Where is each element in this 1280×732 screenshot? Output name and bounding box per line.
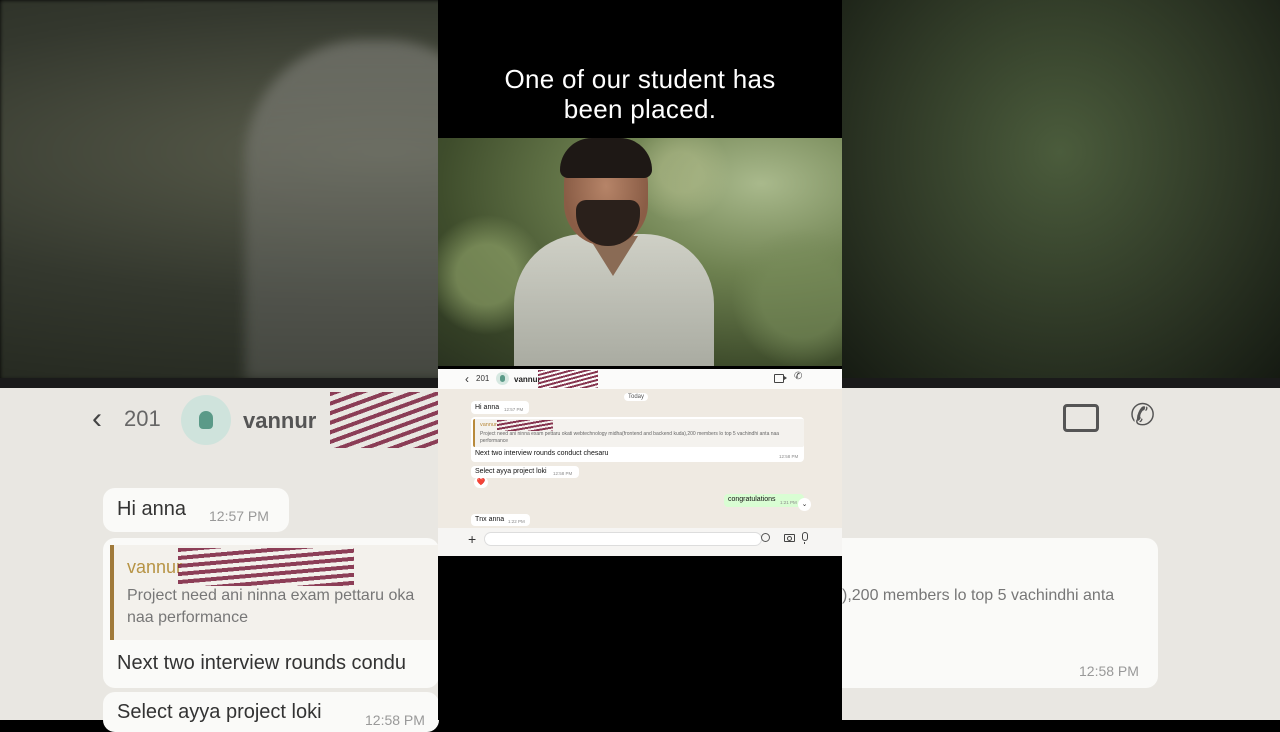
background-foliage [840, 0, 1280, 380]
background-redaction-scribble [330, 392, 440, 448]
background-back-count: 201 [124, 406, 161, 431]
contact-name[interactable]: vannur [514, 375, 541, 384]
background-back-icon: ‹ [92, 402, 102, 435]
background-contact-name: vannur [243, 408, 317, 433]
caption-line-2: been placed. [563, 94, 717, 124]
quote-author: vannur [480, 422, 497, 428]
mic-icon[interactable] [802, 532, 808, 544]
background-quote-text-right: ),200 members lo top 5 vachindhi anta [842, 587, 1115, 604]
quote-redaction-scribble [497, 420, 553, 431]
camera-icon[interactable] [784, 534, 795, 542]
message-time: 1:21 PM [780, 500, 797, 505]
chat-screenshot: ‹ 201 vannur ✆ Today Hi anna 12:57 PM va… [438, 369, 842, 556]
back-count[interactable]: 201 [476, 374, 489, 383]
background-quote-text-line2: naa performance [127, 609, 248, 626]
video-call-icon[interactable] [774, 374, 787, 383]
message-text: Tnx anna [475, 516, 505, 523]
message-bubble[interactable]: Hi anna 12:57 PM [471, 401, 529, 414]
background-video-icon [1063, 404, 1099, 432]
background-message-text: Hi anna [117, 498, 186, 520]
background-message-time: 12:58 PM [365, 712, 425, 728]
background-message-text: Select ayya project loki [117, 701, 322, 723]
video-caption: One of our student has been placed. [438, 64, 842, 124]
video-scene-image [438, 138, 842, 366]
message-time: 12:57 PM [504, 407, 524, 412]
plus-icon[interactable]: + [468, 531, 476, 547]
phone-call-icon[interactable]: ✆ [794, 371, 802, 382]
background-message-time: 12:58 PM [1079, 663, 1139, 679]
message-text: Next two interview rounds conduct chesar… [475, 450, 609, 457]
message-bubble[interactable]: Select ayya project loki 12:58 PM [471, 466, 579, 478]
message-time: 12:58 PM [779, 454, 799, 459]
background-quote-author: vannur [127, 557, 183, 577]
message-time: 1:22 PM [508, 519, 525, 524]
background-message-text: Next two interview rounds condu [117, 652, 407, 674]
background-avatar-person-icon [199, 411, 213, 429]
background-phone-icon: ✆ [1130, 399, 1156, 432]
message-text: Select ayya project loki [475, 468, 547, 475]
background-quote-redaction [178, 548, 354, 586]
background-quote-text: Project need ani ninna exam pettaru oka … [127, 585, 437, 629]
quoted-message[interactable]: vannur Project need ani ninna exam petta… [473, 419, 804, 447]
chat-header: ‹ 201 vannur ✆ [438, 369, 842, 389]
message-text: Hi anna [475, 404, 500, 411]
avatar-person-icon [500, 375, 505, 382]
background-quote-text-line1: Project need ani ninna exam pettaru oka [127, 587, 415, 604]
background-message-bubble: Select ayya project loki 12:58 PM [103, 692, 439, 732]
outgoing-message-bubble[interactable]: congratulations 1:21 PM [724, 494, 804, 507]
background-message-bubble: Hi anna 12:57 PM [103, 488, 289, 532]
heart-reaction-icon[interactable]: ❤️ [474, 477, 488, 488]
message-text: congratulations [728, 496, 776, 503]
scroll-down-icon[interactable]: ⌄ [798, 498, 811, 511]
video-panel: One of our student has been placed. ‹ 20… [438, 0, 842, 720]
redaction-scribble [538, 370, 598, 388]
message-bubble-with-quote[interactable]: vannur Project need ani ninna exam petta… [471, 417, 804, 462]
scene-person-hair [560, 138, 652, 178]
caption-line-1: One of our student has [504, 64, 776, 94]
date-divider: Today [624, 393, 649, 401]
back-chevron-icon[interactable]: ‹ [465, 372, 469, 386]
background-message-time: 12:57 PM [209, 508, 269, 524]
sticker-icon[interactable] [761, 533, 770, 542]
message-bubble[interactable]: Tnx anna 1:22 PM [471, 514, 530, 526]
contact-avatar-icon[interactable] [496, 372, 509, 385]
message-input[interactable] [484, 532, 762, 546]
quote-text: Project need ani ninna exam pettaru okat… [480, 431, 780, 444]
message-composer: + [438, 528, 842, 556]
message-time: 12:58 PM [553, 471, 573, 476]
